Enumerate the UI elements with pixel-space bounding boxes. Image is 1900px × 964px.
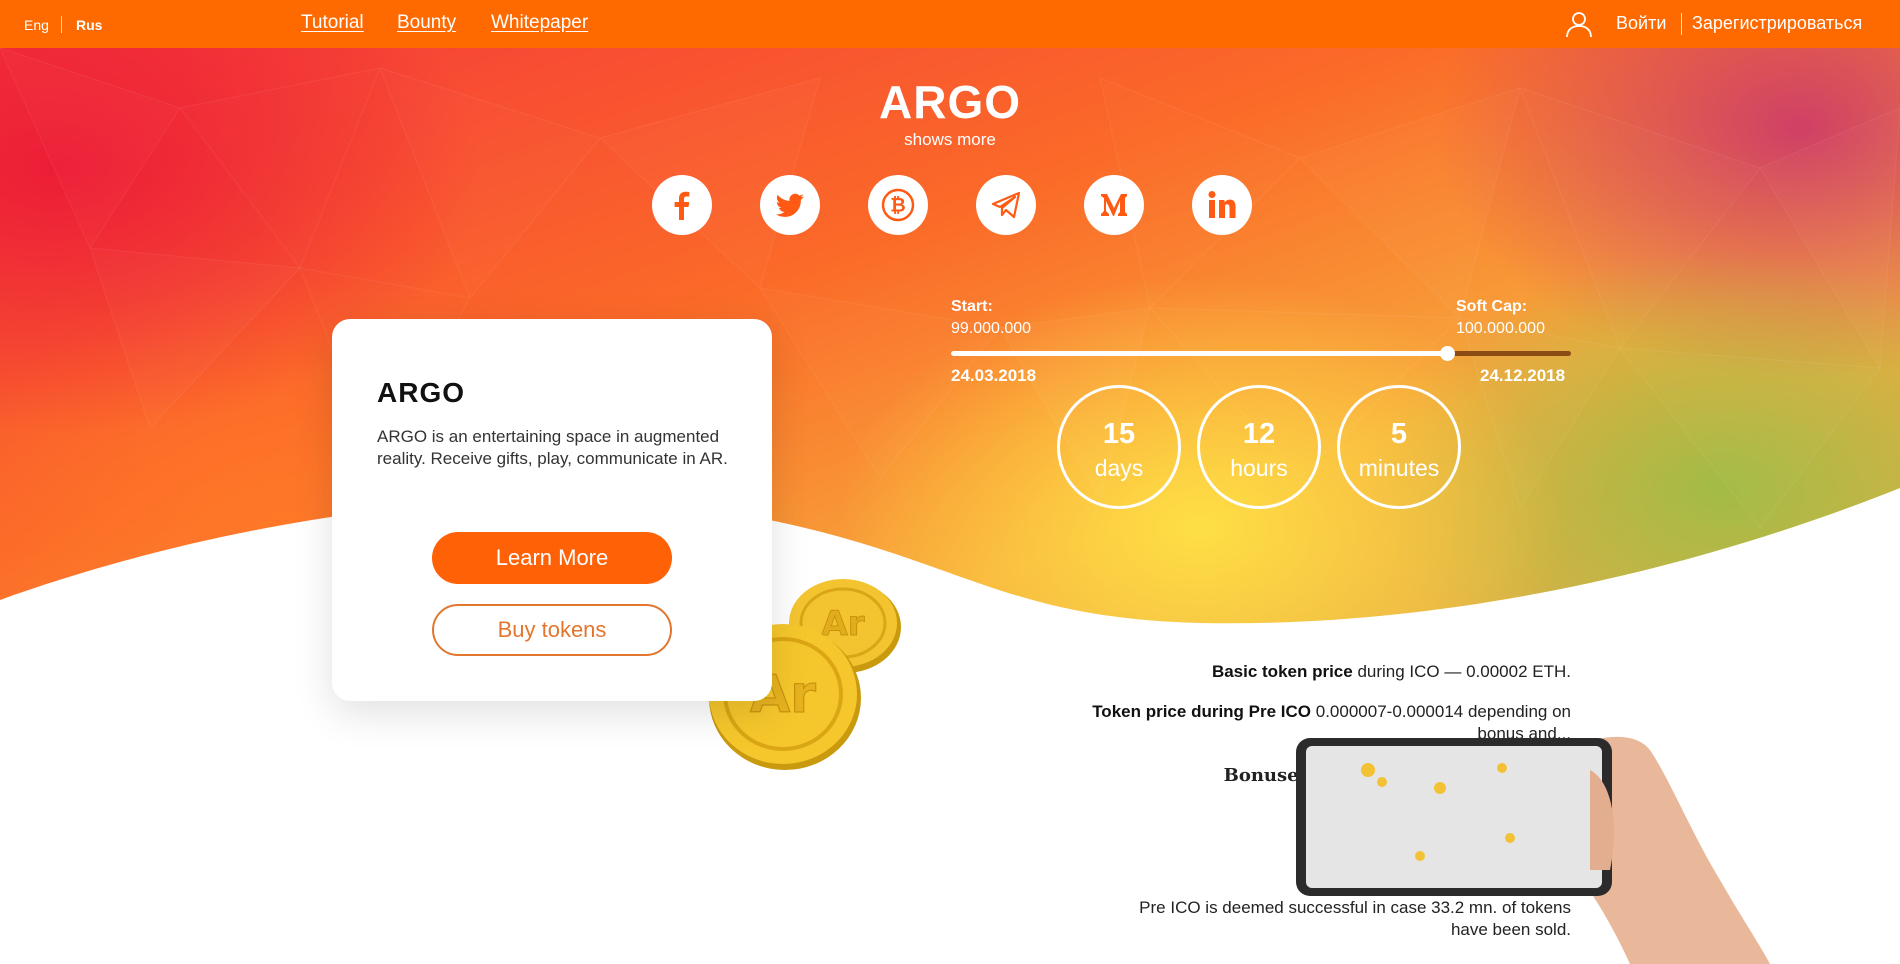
medium-icon[interactable] xyxy=(1084,175,1144,235)
twitter-icon[interactable] xyxy=(760,175,820,235)
start-date: 24.03.2018 xyxy=(951,366,1037,385)
svg-text:₿: ₿ xyxy=(890,195,905,217)
card-description: ARGO is an entertaining space in augment… xyxy=(377,427,728,468)
nav-bounty-link[interactable]: Bounty xyxy=(397,12,456,34)
start-label: Start: xyxy=(951,298,993,315)
basic-token-price: Basic token price during ICO — 0.00002 E… xyxy=(1212,661,1571,683)
countdown-hours-value: 12 xyxy=(1242,418,1276,450)
countdown-minutes: 5 minutes xyxy=(1337,385,1461,509)
countdown-hours-label: hours xyxy=(1230,455,1288,481)
learn-more-button[interactable]: Learn More xyxy=(432,532,672,584)
end-date: 24.12.2018 xyxy=(1480,366,1566,385)
card-title: ARGO xyxy=(377,377,465,408)
sale-progress-bar xyxy=(951,346,1571,361)
softcap-value: 100.000.000 xyxy=(1456,320,1545,337)
intro-card: ARGO ARGO is an entertaining space in au… xyxy=(332,319,772,701)
pre-price-label: Token price during Pre ICO xyxy=(1092,702,1312,721)
user-icon[interactable] xyxy=(1565,10,1593,38)
linkedin-icon[interactable] xyxy=(1192,175,1252,235)
sale-progress-fill xyxy=(951,351,1447,356)
language-rus-link[interactable]: Rus xyxy=(76,17,102,33)
countdown-days-label: days xyxy=(1094,455,1144,481)
buy-tokens-button[interactable]: Buy tokens xyxy=(432,604,672,656)
hero-title: ARGO xyxy=(879,76,1021,128)
login-link[interactable]: Войти xyxy=(1616,13,1666,34)
basic-price-label: Basic token price xyxy=(1211,662,1353,681)
bitcoin-icon[interactable]: ₿ xyxy=(868,175,928,235)
register-link[interactable]: Зарегистрироваться xyxy=(1692,13,1862,34)
countdown-days: 15 days xyxy=(1057,385,1181,509)
facebook-icon[interactable] xyxy=(652,175,712,235)
nav-tutorial-link[interactable]: Tutorial xyxy=(301,12,364,34)
nav-whitepaper-link[interactable]: Whitepaper xyxy=(491,12,588,34)
hero-subtitle: shows more xyxy=(904,130,996,149)
telegram-icon[interactable] xyxy=(976,175,1036,235)
start-value: 99.000.000 xyxy=(951,320,1032,337)
phone-in-hand-image xyxy=(1296,736,1770,964)
countdown-days-value: 15 xyxy=(1102,418,1136,450)
softcap-label: Soft Cap: xyxy=(1456,298,1528,315)
top-navigation-bar: Eng Rus Tutorial Bounty Whitepaper Войти… xyxy=(0,0,1900,48)
basic-price-value: during ICO — 0.00002 ETH. xyxy=(1352,662,1571,681)
language-divider xyxy=(61,16,62,33)
countdown-hours: 12 hours xyxy=(1197,385,1321,509)
auth-divider xyxy=(1681,13,1682,35)
sale-progress-knob xyxy=(1440,346,1455,361)
language-eng-link[interactable]: Eng xyxy=(24,17,49,33)
countdown-minutes-value: 5 xyxy=(1390,418,1408,450)
countdown-minutes-label: minutes xyxy=(1358,455,1440,481)
